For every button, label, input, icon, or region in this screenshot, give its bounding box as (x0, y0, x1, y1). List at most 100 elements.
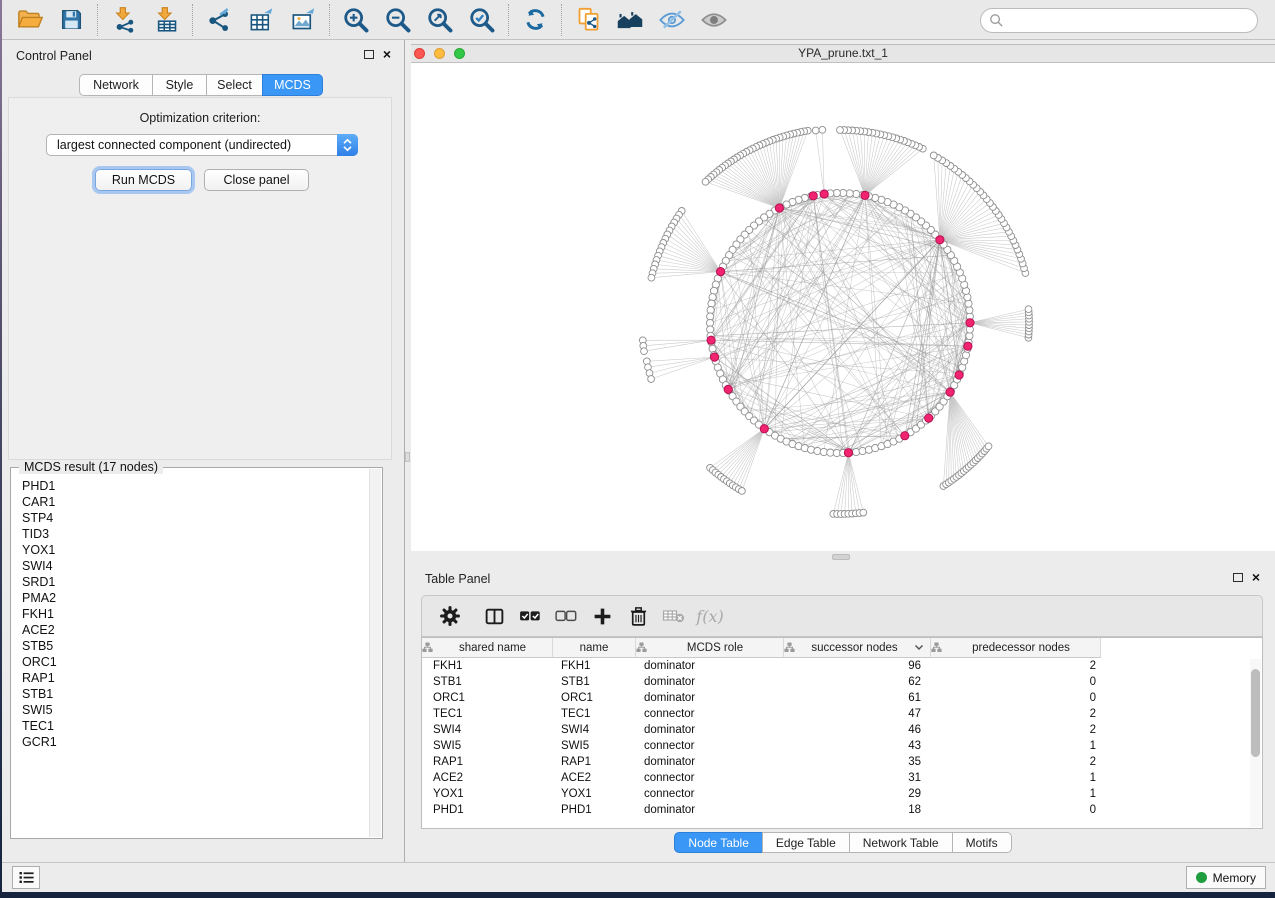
cell-predecessor_nodes[interactable]: 2 (931, 706, 1101, 722)
network-edge[interactable] (865, 144, 912, 196)
mcds-hub-node[interactable] (707, 336, 715, 344)
network-edge[interactable] (970, 323, 1029, 329)
mcds-result-item[interactable]: TID3 (22, 526, 368, 542)
cell-shared_name[interactable]: TEC1 (422, 706, 553, 722)
close-panel-button[interactable]: Close panel (204, 169, 309, 191)
network-edge[interactable] (856, 131, 865, 196)
network-edge[interactable] (848, 453, 863, 513)
cell-shared_name[interactable]: YOX1 (422, 786, 553, 802)
network-node[interactable] (837, 127, 844, 134)
cell-successor_nodes[interactable]: 35 (784, 754, 931, 770)
table-scrollbar[interactable] (1250, 659, 1261, 827)
cell-shared_name[interactable]: SWI4 (422, 722, 553, 738)
network-edge[interactable] (648, 357, 715, 367)
cell-predecessor_nodes[interactable]: 1 (931, 770, 1101, 786)
close-panel-icon[interactable]: × (383, 49, 391, 59)
network-edge[interactable] (730, 429, 765, 484)
network-edge[interactable] (724, 429, 764, 479)
memory-button[interactable]: Memory (1186, 866, 1266, 889)
tab-network-table[interactable]: Network Table (849, 832, 953, 853)
column-header-MCDS-role[interactable]: MCDS role (636, 638, 784, 658)
network-edge[interactable] (716, 429, 765, 473)
network-node[interactable] (702, 178, 709, 185)
mcds-hub-node[interactable] (946, 388, 954, 396)
network-edge[interactable] (841, 453, 849, 514)
tab-node-table[interactable]: Node Table (674, 832, 763, 853)
mcds-result-item[interactable]: STB5 (22, 638, 368, 654)
cell-shared_name[interactable]: STB1 (422, 674, 553, 690)
tab-edge-table[interactable]: Edge Table (762, 832, 850, 853)
network-edge[interactable] (718, 429, 764, 475)
cell-predecessor_nodes[interactable]: 0 (931, 690, 1101, 706)
network-node[interactable] (708, 300, 715, 307)
cell-successor_nodes[interactable]: 47 (784, 706, 931, 722)
table-row[interactable]: SWI5SWI5connector431 (422, 738, 1262, 754)
network-node[interactable] (648, 376, 655, 383)
network-edge[interactable] (718, 240, 940, 279)
cell-successor_nodes[interactable]: 29 (784, 786, 931, 802)
mcds-hub-node[interactable] (760, 425, 768, 433)
mcds-result-item[interactable]: ACE2 (22, 622, 368, 638)
horizontal-splitter-handle[interactable] (832, 554, 850, 560)
network-edge[interactable] (970, 312, 1029, 323)
cell-predecessor_nodes[interactable]: 2 (931, 754, 1101, 770)
export-network-button[interactable] (198, 3, 240, 37)
network-edge[interactable] (677, 219, 721, 272)
network-edge[interactable] (644, 340, 711, 351)
float-panel-icon[interactable] (364, 50, 374, 59)
network-edge[interactable] (833, 453, 848, 514)
cell-predecessor_nodes[interactable]: 1 (931, 738, 1101, 754)
network-edge[interactable] (865, 149, 923, 196)
network-node[interactable] (985, 443, 992, 450)
zoom-in-button[interactable] (335, 3, 377, 37)
deselect-all-button[interactable] (548, 599, 584, 633)
network-node[interactable] (860, 509, 867, 516)
mcds-hub-node[interactable] (901, 432, 909, 440)
cell-successor_nodes[interactable]: 46 (784, 722, 931, 738)
cell-predecessor_nodes[interactable]: 2 (931, 722, 1101, 738)
network-edge[interactable] (736, 429, 765, 488)
table-row[interactable]: FKH1FKH1dominator962 (422, 658, 1262, 674)
zoom-fit-button[interactable] (419, 3, 461, 37)
tab-select[interactable]: Select (206, 74, 263, 96)
network-edge[interactable] (852, 130, 865, 195)
function-builder-button[interactable]: f(x) (692, 599, 728, 633)
hide-selected-button[interactable] (651, 3, 693, 37)
table-row[interactable]: YOX1YOX1connector291 (422, 786, 1262, 802)
table-scrollbar-thumb[interactable] (1251, 669, 1260, 757)
close-panel-icon[interactable]: × (1252, 572, 1260, 582)
search-input[interactable] (1004, 11, 1257, 31)
vertical-splitter-handle[interactable] (405, 452, 410, 462)
refresh-layout-button[interactable] (514, 3, 556, 37)
mcds-result-item[interactable]: SWI4 (22, 558, 368, 574)
cell-successor_nodes[interactable]: 96 (784, 658, 931, 674)
network-edge[interactable] (950, 392, 982, 453)
mcds-result-item[interactable]: SRD1 (22, 574, 368, 590)
column-header-shared-name[interactable]: shared name (422, 638, 553, 658)
network-node[interactable] (1025, 306, 1032, 313)
cell-successor_nodes[interactable]: 31 (784, 770, 931, 786)
cell-mcds_role[interactable]: dominator (636, 690, 784, 706)
mcds-hub-node[interactable] (964, 342, 972, 350)
network-edge[interactable] (950, 392, 971, 465)
delete-table-button[interactable] (656, 599, 692, 633)
mcds-result-item[interactable]: YOX1 (22, 542, 368, 558)
cell-name[interactable]: FKH1 (553, 658, 636, 674)
network-edge[interactable] (779, 133, 797, 208)
mcds-result-item[interactable]: TEC1 (22, 718, 368, 734)
mcds-result-item[interactable]: PHD1 (22, 478, 368, 494)
network-edge[interactable] (733, 429, 765, 486)
cell-predecessor_nodes[interactable]: 0 (931, 802, 1101, 818)
cell-name[interactable]: SWI4 (553, 722, 636, 738)
cell-shared_name[interactable]: PHD1 (422, 802, 553, 818)
network-edge[interactable] (865, 141, 904, 196)
network-edge[interactable] (848, 453, 855, 514)
mcds-result-item[interactable]: PMA2 (22, 590, 368, 606)
network-edge[interactable] (663, 243, 720, 272)
export-image-button[interactable] (282, 3, 324, 37)
mcds-hub-node[interactable] (925, 414, 933, 422)
mcds-hub-node[interactable] (955, 371, 963, 379)
network-edge[interactable] (865, 147, 919, 196)
cell-shared_name[interactable]: ORC1 (422, 690, 553, 706)
cell-shared_name[interactable]: FKH1 (422, 658, 553, 674)
